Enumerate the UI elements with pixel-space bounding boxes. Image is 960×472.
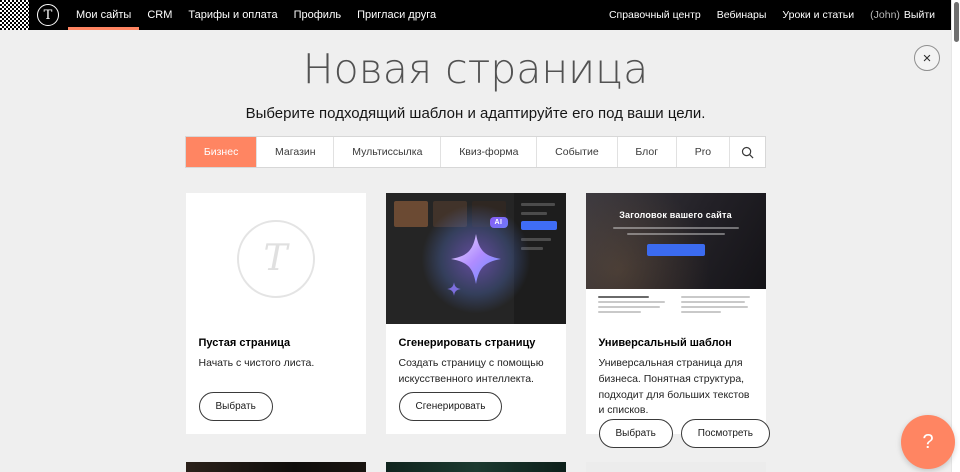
nav-item-profile[interactable]: Профиль <box>286 0 350 30</box>
ai-sparkle-icon <box>447 282 461 296</box>
preview-text-line <box>613 227 739 229</box>
tab-pro[interactable]: Pro <box>676 137 729 167</box>
tab-search[interactable] <box>729 137 765 167</box>
preview-text-line <box>681 311 721 313</box>
card-body: Сгенерировать страницу Создать страницу … <box>386 324 566 434</box>
card-buttons: Сгенерировать <box>399 392 553 421</box>
panel-line <box>521 212 547 215</box>
user-name: (John) <box>870 9 900 21</box>
tab-event[interactable]: Событие <box>536 137 616 167</box>
panel-button-shape <box>521 221 557 230</box>
nav-item-tariffs[interactable]: Тарифы и оплата <box>180 0 285 30</box>
nav-item-lessons[interactable]: Уроки и статьи <box>774 0 862 30</box>
preview-universal-button[interactable]: Посмотреть <box>681 419 770 448</box>
preview-column <box>598 296 671 317</box>
main-nav: Мои сайты CRM Тарифы и оплата Профиль Пр… <box>68 0 444 30</box>
logout-label: Выйти <box>904 9 935 21</box>
preview-text-line <box>681 301 745 303</box>
next-templates-row <box>186 462 766 472</box>
card-buttons: Выбрать Посмотреть <box>599 419 753 448</box>
tab-business[interactable]: Бизнес <box>186 137 256 167</box>
page-scrollbar[interactable] <box>951 0 960 472</box>
nav-item-crm[interactable]: CRM <box>139 0 180 30</box>
template-thumbnail[interactable] <box>186 462 366 472</box>
nav-item-webinars[interactable]: Вебинары <box>709 0 775 30</box>
card-universal-template: Заголовок вашего сайта <box>586 193 766 434</box>
help-button[interactable]: ? <box>901 415 955 469</box>
nav-item-my-sites[interactable]: Мои сайты <box>68 0 139 30</box>
thumbnail <box>394 201 428 227</box>
logout-link[interactable]: (John) Выйти <box>862 0 943 30</box>
ai-badge: AI <box>490 217 508 228</box>
card-title: Пустая страница <box>199 337 353 349</box>
template-thumbnail[interactable] <box>586 462 766 472</box>
preview-text-line <box>681 306 748 308</box>
tab-multilink[interactable]: Мультиссылка <box>333 137 440 167</box>
preview-text-line <box>598 296 649 298</box>
tab-quiz-form[interactable]: Квиз-форма <box>440 137 536 167</box>
question-mark-icon: ? <box>922 431 933 454</box>
page-title: Новая страница <box>0 46 951 93</box>
card-description: Создать страницу с помощью искусственног… <box>399 356 553 388</box>
page-subtitle: Выберите подходящий шаблон и адаптируйте… <box>0 105 951 122</box>
preview-text-line <box>681 296 750 298</box>
choose-universal-button[interactable]: Выбрать <box>599 419 673 448</box>
universal-template-preview: Заголовок вашего сайта <box>586 193 766 324</box>
panel-line <box>521 203 555 206</box>
preview-text-line <box>598 301 665 303</box>
card-description: Начать с чистого листа. <box>199 356 353 372</box>
card-title: Сгенерировать страницу <box>399 337 553 349</box>
nav-item-help-center[interactable]: Справочный центр <box>601 0 709 30</box>
card-blank-page: T Пустая страница Начать с чистого листа… <box>186 193 366 434</box>
template-cards-row: T Пустая страница Начать с чистого листа… <box>186 193 766 434</box>
ai-star-icon <box>450 233 502 285</box>
template-thumbnail[interactable] <box>386 462 566 472</box>
preview-text-line <box>598 311 642 313</box>
tilda-watermark-icon: T <box>237 220 315 298</box>
card-description: Универсальная страница для бизнеса. Поня… <box>599 356 753 419</box>
tilda-logo-icon[interactable]: T <box>37 4 59 26</box>
preview-hero-section: Заголовок вашего сайта <box>586 193 766 289</box>
blank-page-preview: T <box>186 193 366 324</box>
generate-page-preview: AI <box>386 193 566 324</box>
card-title: Универсальный шаблон <box>599 337 753 349</box>
close-modal-button[interactable]: × <box>914 45 940 71</box>
tab-blog[interactable]: Блог <box>617 137 676 167</box>
preview-text-line <box>598 306 660 308</box>
preview-column <box>681 296 754 317</box>
preview-text-section <box>586 289 766 324</box>
secondary-nav: Справочный центр Вебинары Уроки и статьи… <box>601 0 951 30</box>
search-icon <box>741 146 754 159</box>
card-body: Универсальный шаблон Универсальная стран… <box>586 324 766 461</box>
card-body: Пустая страница Начать с чистого листа. … <box>186 324 366 434</box>
scrollbar-thumb[interactable] <box>954 2 959 42</box>
generate-button[interactable]: Сгенерировать <box>399 392 503 421</box>
preview-heading: Заголовок вашего сайта <box>586 193 766 220</box>
nav-item-invite-friend[interactable]: Пригласи друга <box>349 0 444 30</box>
preview-cta-button-shape <box>647 244 705 256</box>
close-icon: × <box>923 51 932 66</box>
template-category-tabs: Бизнес Магазин Мультиссылка Квиз-форма С… <box>185 136 766 168</box>
card-generate-page: AI Сгенерировать страницу Создать страни… <box>386 193 566 434</box>
card-buttons: Выбрать <box>199 392 353 421</box>
brand-pattern-icon <box>0 0 29 30</box>
choose-blank-button[interactable]: Выбрать <box>199 392 273 421</box>
tab-shop[interactable]: Магазин <box>256 137 333 167</box>
topbar: T Мои сайты CRM Тарифы и оплата Профиль … <box>0 0 951 30</box>
new-page-modal: Новая страница Выберите подходящий шабло… <box>0 30 951 472</box>
preview-text-line <box>627 233 725 235</box>
